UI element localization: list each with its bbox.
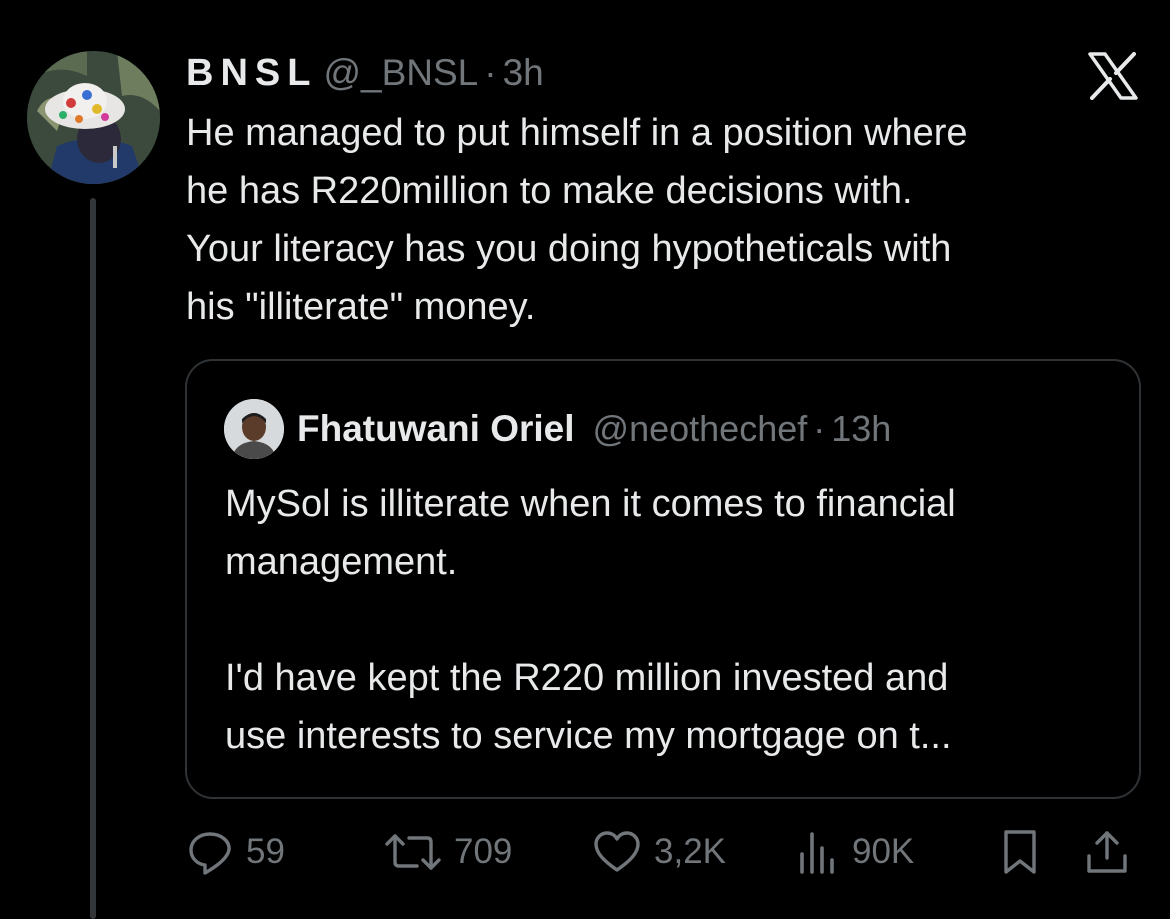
share-button[interactable] [1084,826,1130,878]
quoted-tweet[interactable]: Fhatuwani Oriel @neothechef · 13h MySol … [185,359,1141,799]
thread-line [90,198,96,919]
quote-text-line: management. [225,541,458,583]
tweet-header: BNSL @_BNSL · 3h [186,48,544,98]
quote-author-handle[interactable]: @neothechef [593,408,808,450]
reply-icon [186,828,234,876]
tweet-text: He managed to put himself in a position … [186,104,1146,336]
views-button[interactable]: 90K [796,826,914,878]
repost-icon [384,828,442,876]
tweet-text-line: He managed to put himself in a position … [186,112,968,154]
views-count: 90K [852,832,915,871]
quote-avatar-image [224,399,284,459]
separator-dot: · [484,52,497,93]
reply-button[interactable]: 59 [186,826,285,878]
like-count: 3,2K [654,832,726,871]
tweet-text-line: he has R220million to make decisions wit… [186,170,913,212]
quote-text: MySol is illiterate when it comes to fin… [225,475,1125,765]
reply-count: 59 [246,832,285,871]
quote-author-name[interactable]: Fhatuwani Oriel [297,408,575,450]
views-icon [796,828,840,876]
action-bar: 59 709 3,2K 90K [186,826,1146,878]
quote-text-line: MySol is illiterate when it comes to fin… [225,483,956,525]
tweet-text-line: Your literacy has you doing hypothetical… [186,228,952,270]
author-handle[interactable]: @_BNSL [323,52,478,94]
quote-text-line: I'd have kept the R220 million invested … [225,657,949,699]
tweet-timestamp[interactable]: 3h [503,52,544,94]
bookmark-button[interactable] [998,826,1042,878]
quote-text-line: use interests to service my mortgage on … [225,715,952,757]
author-name[interactable]: BNSL [186,52,317,95]
repost-count: 709 [454,832,513,871]
tweet-text-line: his "illiterate" money. [186,286,536,328]
heart-icon [592,828,642,876]
repost-button[interactable]: 709 [384,826,512,878]
share-icon [1084,828,1130,876]
quote-header: Fhatuwani Oriel @neothechef · 13h [297,405,891,453]
bookmark-icon [998,828,1042,876]
like-button[interactable]: 3,2K [592,826,726,878]
quote-timestamp[interactable]: 13h [831,408,891,450]
avatar[interactable] [27,51,160,184]
x-logo-icon [1087,52,1139,100]
avatar-image [27,51,160,184]
quote-avatar[interactable] [224,399,284,459]
separator-dot: · [813,408,826,449]
